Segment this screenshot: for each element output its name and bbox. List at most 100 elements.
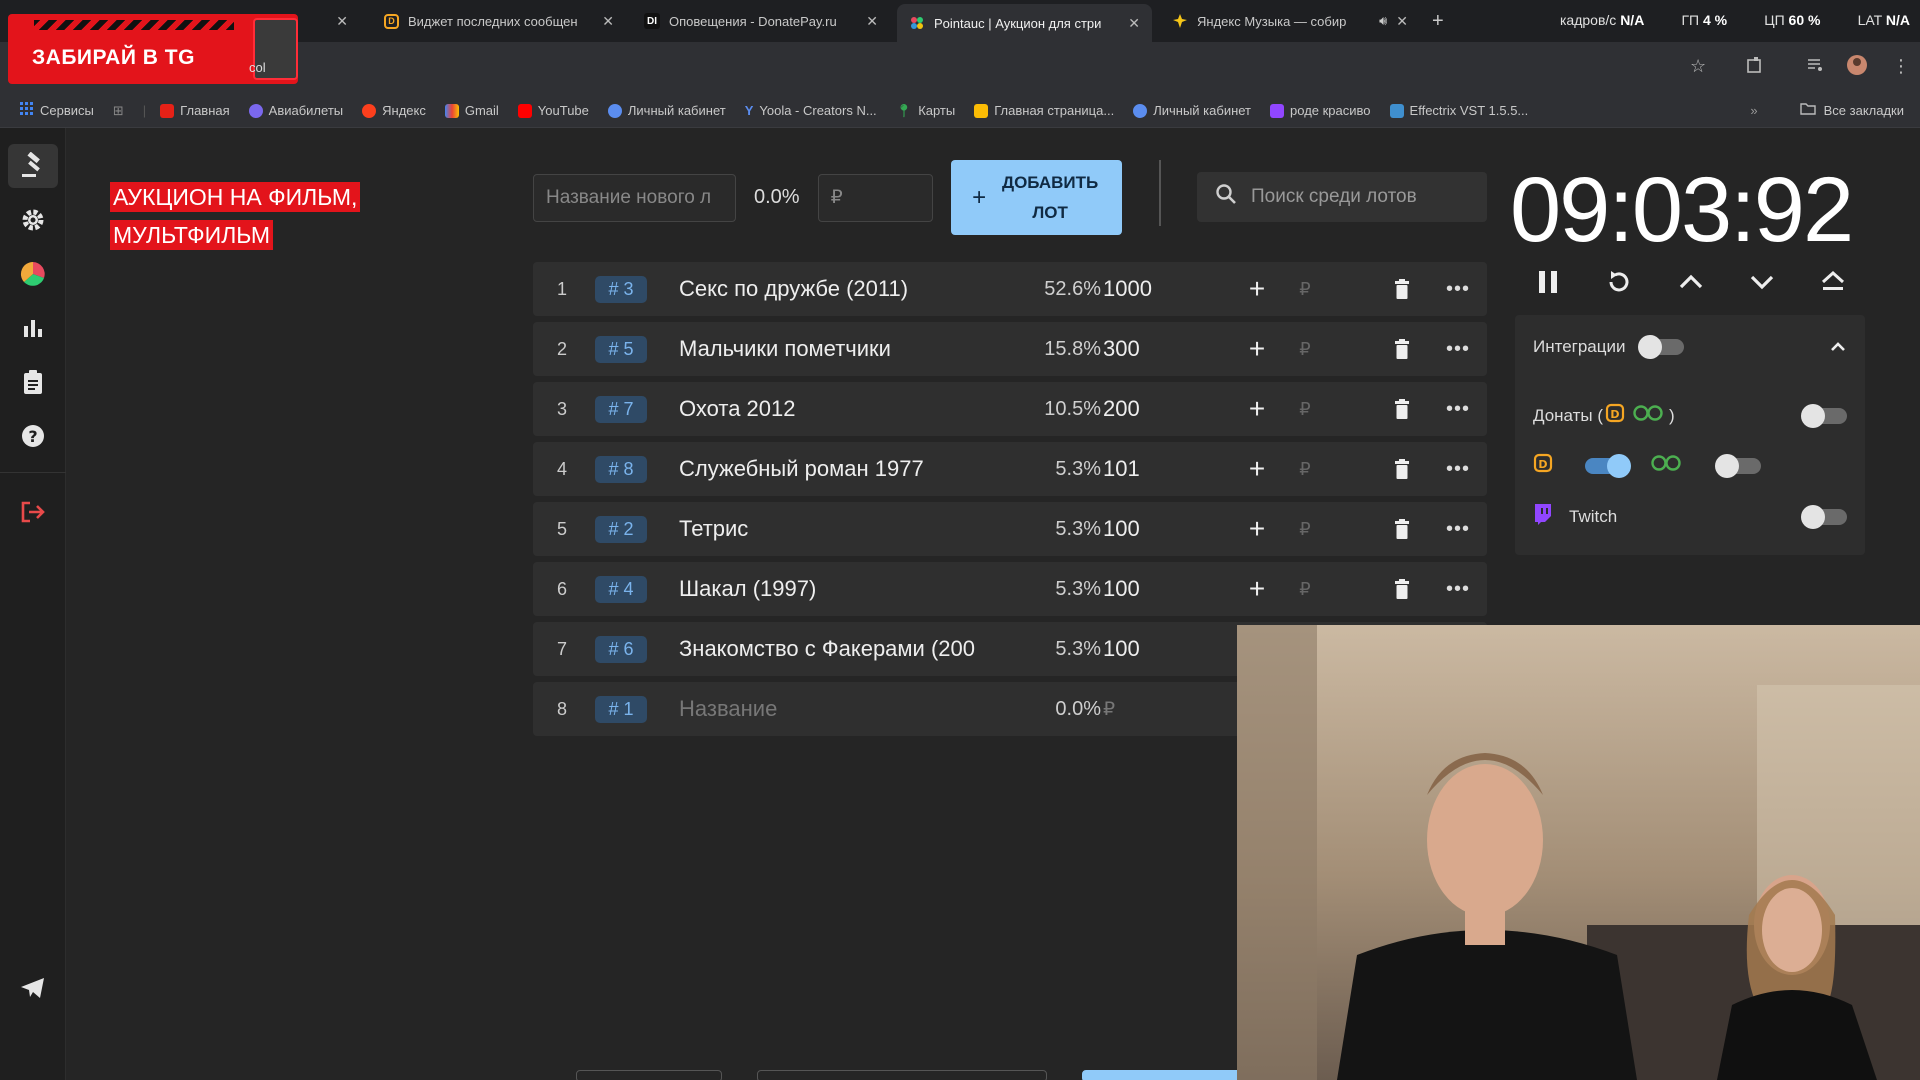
chevron-up-icon[interactable]: [1829, 337, 1847, 357]
bar-chart-icon[interactable]: [8, 306, 58, 350]
extra-amount-input[interactable]: ₽: [1285, 502, 1325, 556]
lot-name[interactable]: Знакомство с Факерами (200: [679, 622, 999, 676]
more-icon[interactable]: •••: [1443, 262, 1473, 316]
pause-icon[interactable]: [1536, 269, 1560, 300]
speaker-icon[interactable]: 🔊︎: [1379, 13, 1387, 29]
close-icon[interactable]: ✕: [1128, 15, 1140, 32]
pie-chart-icon[interactable]: [8, 252, 58, 296]
bookmark-item[interactable]: Gmail: [444, 103, 499, 118]
more-icon[interactable]: •••: [1443, 382, 1473, 436]
new-lot-amount-input[interactable]: ₽: [817, 173, 933, 222]
bookmark-item[interactable]: YouTube: [517, 103, 589, 118]
bookmark-item[interactable]: Главная страница...: [974, 103, 1114, 118]
bookmark-item[interactable]: роде красиво: [1270, 103, 1371, 118]
lot-name[interactable]: Служебный роман 1977: [679, 442, 999, 496]
primary-action-button[interactable]: [1082, 1070, 1242, 1080]
donations-toggle[interactable]: [1801, 403, 1847, 428]
extra-amount-input[interactable]: ₽: [1285, 262, 1325, 316]
extra-amount-input[interactable]: ₽: [1285, 322, 1325, 376]
extra-amount-input[interactable]: ₽: [1285, 562, 1325, 616]
more-icon[interactable]: •••: [1443, 502, 1473, 556]
extra-amount-input[interactable]: ₽: [1285, 442, 1325, 496]
extensions-icon[interactable]: [1746, 56, 1764, 79]
table-row[interactable]: 6 # 4 Шакал (1997) 5.3% 100 + ₽ •••: [533, 562, 1487, 616]
bookmark-item[interactable]: Авиабилеты: [248, 103, 343, 118]
table-row[interactable]: 4 # 8 Служебный роман 1977 5.3% 101 + ₽ …: [533, 442, 1487, 496]
add-amount-button[interactable]: +: [1239, 442, 1275, 496]
lot-amount[interactable]: 100: [1103, 502, 1213, 556]
gear-icon[interactable]: [8, 198, 58, 242]
bookmark-item[interactable]: 📍︎ Карты: [896, 103, 956, 119]
lot-amount-input[interactable]: ₽: [1103, 682, 1213, 736]
table-row[interactable]: 5 # 2 Тетрис 5.3% 100 + ₽ •••: [533, 502, 1487, 556]
table-row[interactable]: 3 # 7 Охота 2012 10.5% 200 + ₽ •••: [533, 382, 1487, 436]
lot-amount[interactable]: 200: [1103, 382, 1213, 436]
add-amount-button[interactable]: +: [1239, 562, 1275, 616]
table-row[interactable]: 2 # 5 Мальчики пометчики 15.8% 300 + ₽ •…: [533, 322, 1487, 376]
bookmark-item[interactable]: Личный кабинет: [607, 103, 726, 118]
tab-1[interactable]: DI Оповещения - DonatePay.ru ✕: [632, 6, 890, 36]
trash-icon[interactable]: [1387, 262, 1417, 316]
gavel-icon[interactable]: [8, 144, 58, 188]
tab-2[interactable]: Pointauc | Аукцион для стри ✕: [897, 4, 1152, 42]
trash-icon[interactable]: [1387, 322, 1417, 376]
close-icon[interactable]: ✕: [336, 13, 348, 30]
bookmark-item[interactable]: Яндекс: [362, 103, 426, 118]
bookmark-item[interactable]: Y Yoola - Creators N...: [745, 103, 877, 118]
view-switcher[interactable]: [757, 1070, 1047, 1080]
bookmark-grid[interactable]: ⊞: [113, 103, 124, 119]
lot-amount[interactable]: 1000: [1103, 262, 1213, 316]
trash-icon[interactable]: [1387, 562, 1417, 616]
all-bookmarks[interactable]: » Все закладки: [1750, 102, 1904, 118]
add-amount-button[interactable]: +: [1239, 262, 1275, 316]
close-icon[interactable]: ✕: [866, 13, 878, 30]
donationalerts-toggle[interactable]: [1585, 453, 1631, 478]
lot-name[interactable]: Секс по дружбе (2011): [679, 262, 999, 316]
lot-name[interactable]: Охота 2012: [679, 382, 999, 436]
bookmark-item[interactable]: Личный кабинет: [1133, 103, 1251, 118]
lot-name[interactable]: Тетрис: [679, 502, 999, 556]
add-amount-button[interactable]: +: [1239, 502, 1275, 556]
tab-0[interactable]: D Виджет последних сообщен ✕: [372, 6, 626, 36]
bookmark-item[interactable]: Главная: [160, 103, 230, 118]
chevron-down-icon[interactable]: [1749, 272, 1775, 297]
lot-amount[interactable]: 100: [1103, 562, 1213, 616]
menu-icon[interactable]: ⋮: [1892, 56, 1910, 77]
twitch-toggle[interactable]: [1801, 504, 1847, 529]
add-amount-button[interactable]: +: [1239, 382, 1275, 436]
trash-icon[interactable]: [1387, 382, 1417, 436]
chevron-up-icon[interactable]: [1678, 272, 1704, 297]
help-icon[interactable]: ?: [8, 414, 58, 458]
integrations-toggle[interactable]: [1637, 335, 1684, 359]
telegram-icon[interactable]: [8, 966, 58, 1010]
new-lot-name-input[interactable]: Название нового л: [533, 173, 736, 222]
new-tab-button[interactable]: +: [1432, 10, 1444, 33]
lot-name-input[interactable]: Название: [679, 682, 999, 736]
lot-amount[interactable]: 300: [1103, 322, 1213, 376]
restart-icon[interactable]: [1605, 268, 1633, 301]
bookmark-services[interactable]: Сервисы: [20, 102, 94, 119]
more-icon[interactable]: •••: [1443, 562, 1473, 616]
double-chevron-up-icon[interactable]: [1820, 270, 1846, 299]
donatepay-toggle[interactable]: [1715, 453, 1761, 478]
table-row[interactable]: 1 # 3 Секс по дружбе (2011) 52.6% 1000 +…: [533, 262, 1487, 316]
lot-name[interactable]: Шакал (1997): [679, 562, 999, 616]
tab-3[interactable]: Яндекс Музыка — собир 🔊︎ ✕: [1160, 6, 1420, 36]
chevron-double-right-icon[interactable]: »: [1750, 103, 1757, 118]
clipboard-icon[interactable]: [8, 360, 58, 404]
lot-amount[interactable]: 100: [1103, 622, 1213, 676]
close-icon[interactable]: ✕: [602, 13, 614, 30]
extra-amount-input[interactable]: ₽: [1285, 382, 1325, 436]
logout-icon[interactable]: [8, 490, 58, 534]
lot-search-input[interactable]: Поиск среди лотов: [1197, 172, 1487, 222]
more-icon[interactable]: •••: [1443, 442, 1473, 496]
media-icon[interactable]: [1806, 56, 1824, 79]
lot-amount[interactable]: 101: [1103, 442, 1213, 496]
trash-icon[interactable]: [1387, 442, 1417, 496]
lot-name[interactable]: Мальчики пометчики: [679, 322, 999, 376]
bookmark-item[interactable]: Effectrix VST 1.5.5...: [1389, 103, 1528, 118]
more-icon[interactable]: •••: [1443, 322, 1473, 376]
pagination-control[interactable]: [576, 1070, 722, 1080]
close-icon[interactable]: ✕: [1396, 13, 1408, 30]
add-lot-button[interactable]: + ДОБАВИТЬ ЛОТ: [950, 160, 1122, 235]
